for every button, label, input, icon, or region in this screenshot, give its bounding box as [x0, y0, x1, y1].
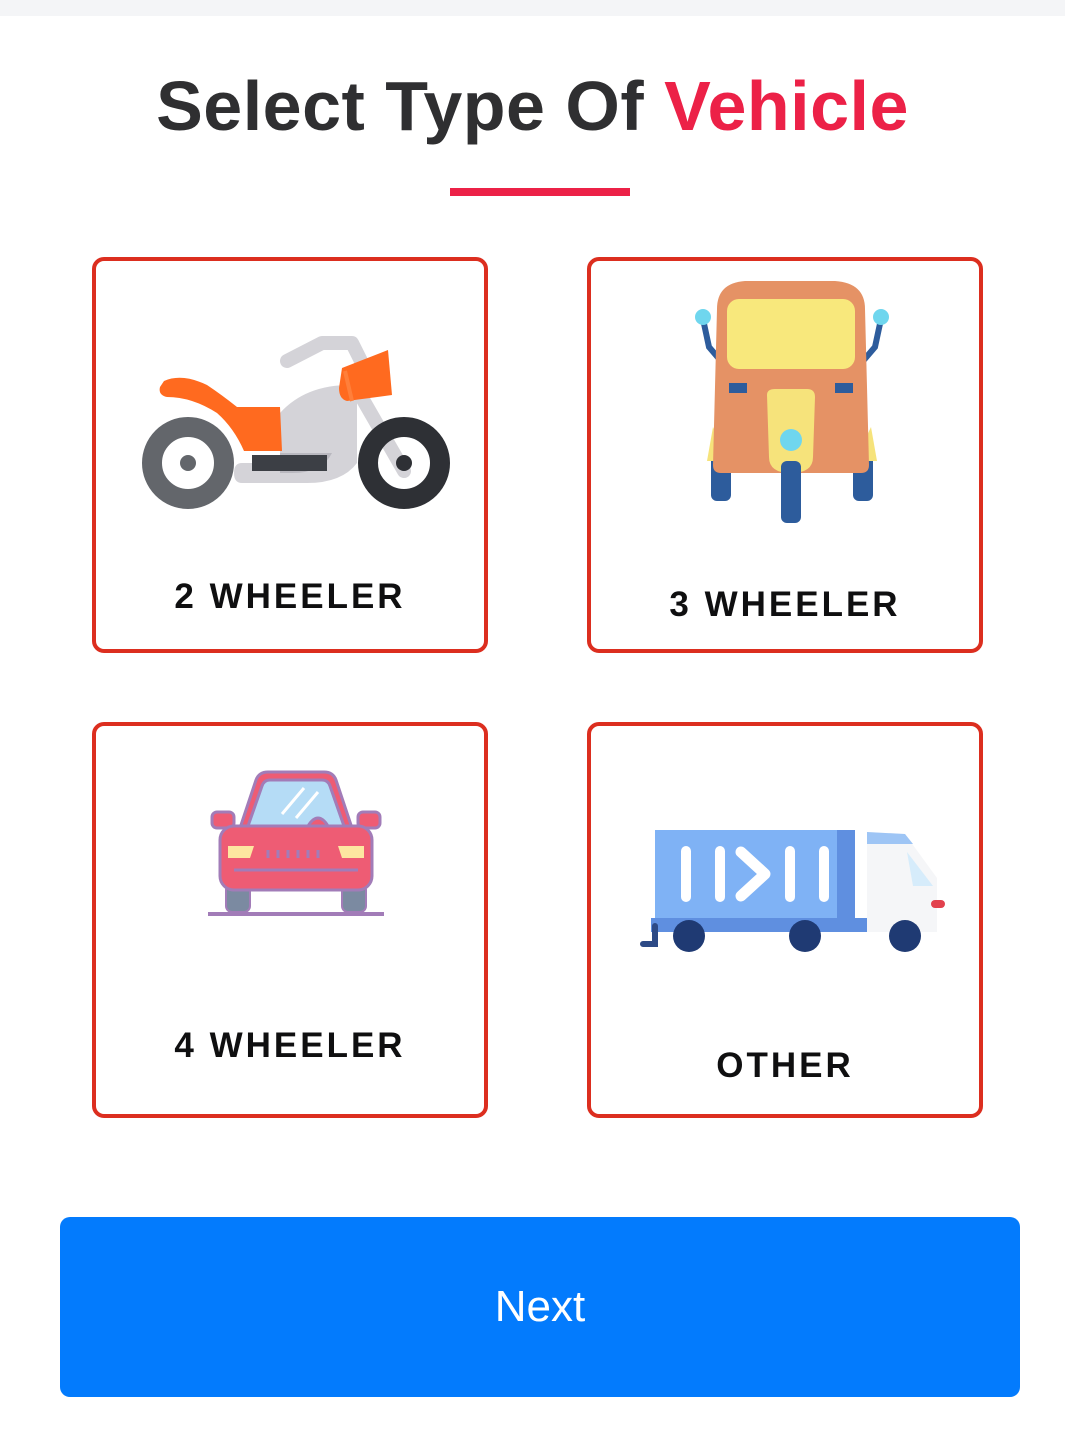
page-title-accent: Vehicle	[664, 67, 909, 145]
motorcycle-icon	[142, 336, 450, 509]
vehicle-option-label: 4 WHEELER	[174, 1026, 406, 1065]
vehicle-option-label: 3 WHEELER	[669, 585, 901, 624]
car-icon	[208, 770, 384, 916]
auto-rickshaw-icon	[695, 281, 889, 523]
status-bar-strip	[0, 0, 1065, 16]
page-title-main: Select Type Of	[156, 67, 665, 145]
vehicle-option-label: 2 WHEELER	[174, 577, 406, 616]
vehicle-option-2-wheeler[interactable]: 2 WHEELER	[92, 257, 488, 653]
page-title: Select Type Of Vehicle	[0, 62, 1065, 150]
vehicle-option-4-wheeler[interactable]: 4 WHEELER	[92, 722, 488, 1118]
vehicle-option-other[interactable]: OTHER	[587, 722, 983, 1118]
truck-icon	[640, 830, 945, 952]
title-underline	[450, 188, 630, 196]
vehicle-option-label: OTHER	[716, 1046, 854, 1085]
next-button[interactable]: Next	[60, 1217, 1020, 1397]
vehicle-option-3-wheeler[interactable]: 3 WHEELER	[587, 257, 983, 653]
